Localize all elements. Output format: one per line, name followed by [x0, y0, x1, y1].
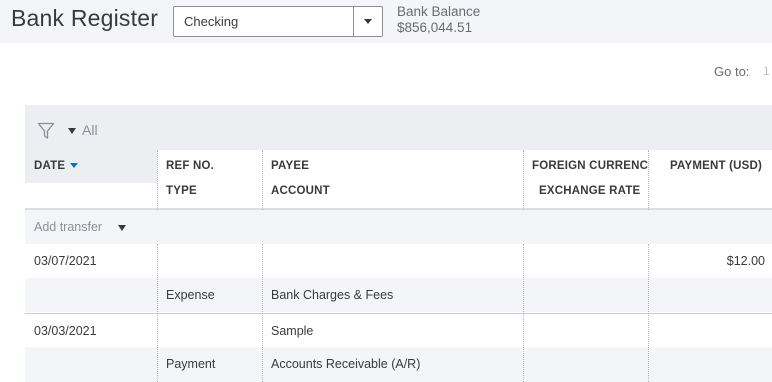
- column-foreign-currency[interactable]: FOREIGN CURRENC: [532, 160, 648, 172]
- column-ref-no[interactable]: REF NO.: [166, 160, 214, 172]
- goto-label: Go to:: [714, 64, 750, 79]
- column-payee[interactable]: PAYEE: [271, 160, 309, 172]
- account-select[interactable]: Checking: [173, 6, 383, 37]
- select-divider: [353, 7, 354, 36]
- register-header: Bank Register Checking Bank Balance $856…: [0, 0, 772, 43]
- goto-page-input[interactable]: 1: [763, 64, 770, 78]
- row-payee: Sample: [271, 324, 314, 338]
- row-type: Expense: [166, 288, 215, 302]
- column-account[interactable]: ACCOUNT: [271, 185, 330, 197]
- caret-down-icon[interactable]: [364, 19, 372, 24]
- filter-value[interactable]: All: [82, 122, 98, 138]
- row-type: Payment: [166, 357, 216, 371]
- add-transfer-button[interactable]: Add transfer: [34, 220, 102, 234]
- caret-down-icon[interactable]: [118, 225, 126, 231]
- column-divider: [523, 150, 524, 210]
- column-payment[interactable]: PAYMENT (USD): [670, 160, 762, 172]
- row-account: Accounts Receivable (A/R): [271, 357, 421, 371]
- table-row[interactable]: 03/07/2021 $12.00: [25, 244, 772, 278]
- row-payment: $12.00: [726, 254, 765, 268]
- column-exchange-rate[interactable]: EXCHANGE RATE: [539, 185, 640, 197]
- column-divider: [262, 244, 263, 382]
- column-divider: [648, 244, 649, 382]
- row-account: Bank Charges & Fees: [271, 288, 394, 302]
- column-date[interactable]: DATE: [34, 160, 79, 172]
- bank-balance-value: $856,044.51: [397, 20, 473, 35]
- filter-bar: All: [25, 105, 772, 150]
- table-row[interactable]: Expense Bank Charges & Fees: [25, 278, 772, 312]
- column-divider: [523, 244, 524, 382]
- table-header: DATE REF NO. TYPE PAYEE ACCOUNT FOREIGN …: [25, 150, 772, 210]
- column-divider: [157, 244, 158, 382]
- table-row[interactable]: 03/03/2021 Sample: [25, 313, 772, 347]
- caret-down-icon[interactable]: [68, 128, 76, 134]
- add-transfer-row: Add transfer: [25, 210, 772, 244]
- row-date: 03/03/2021: [34, 324, 97, 338]
- table-row[interactable]: Payment Accounts Receivable (A/R): [25, 347, 772, 382]
- column-divider: [262, 150, 263, 210]
- sort-caret-icon: [70, 163, 79, 169]
- row-date: 03/07/2021: [34, 254, 97, 268]
- column-divider: [648, 150, 649, 210]
- column-divider: [157, 150, 158, 210]
- column-type[interactable]: TYPE: [166, 185, 197, 197]
- funnel-icon[interactable]: [37, 122, 55, 145]
- account-select-value: Checking: [184, 14, 239, 29]
- bank-balance-label: Bank Balance: [397, 4, 481, 19]
- page-title: Bank Register: [11, 5, 159, 31]
